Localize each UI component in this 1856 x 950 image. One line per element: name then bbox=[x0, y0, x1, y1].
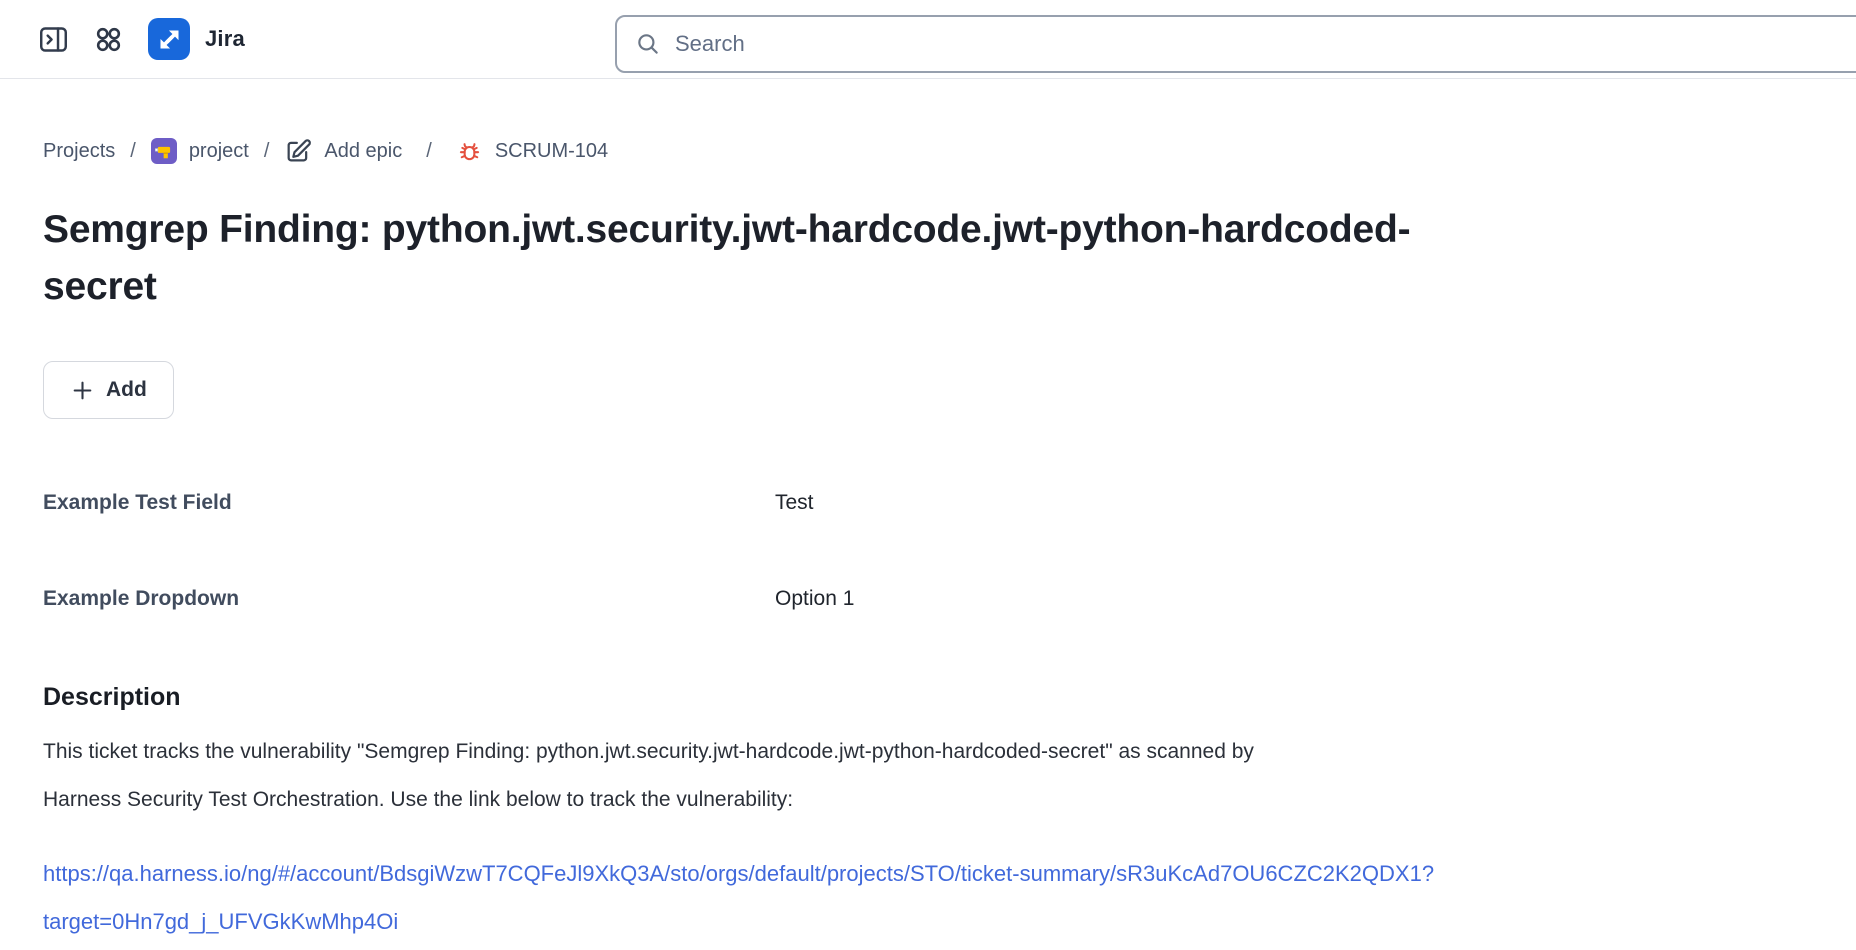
project-avatar-icon bbox=[151, 138, 177, 164]
field-label: Example Dropdown bbox=[43, 587, 775, 611]
issue-page: Projects / project / bbox=[0, 137, 1856, 946]
vulnerability-link[interactable]: https://qa.harness.io/ng/#/account/Bdsgi… bbox=[43, 850, 1603, 946]
app-name: Jira bbox=[205, 26, 245, 52]
breadcrumb-separator: / bbox=[426, 140, 432, 163]
add-button[interactable]: Add bbox=[43, 361, 174, 419]
field-label: Example Test Field bbox=[43, 491, 775, 515]
breadcrumb-project[interactable]: project bbox=[151, 138, 249, 164]
field-value[interactable]: Test bbox=[775, 491, 1826, 515]
breadcrumb-projects[interactable]: Projects bbox=[43, 140, 115, 163]
top-bar: Jira bbox=[0, 0, 1856, 79]
breadcrumb-separator: / bbox=[130, 140, 136, 163]
field-row-example-test-field: Example Test Field Test bbox=[43, 491, 1826, 515]
breadcrumb-add-epic[interactable]: Add epic bbox=[284, 137, 402, 165]
field-row-example-dropdown: Example Dropdown Option 1 bbox=[43, 587, 1826, 611]
search-input[interactable] bbox=[675, 17, 1856, 71]
breadcrumb-separator: / bbox=[264, 140, 270, 163]
issue-title: Semgrep Finding: python.jwt.security.jwt… bbox=[43, 201, 1823, 315]
bug-icon bbox=[456, 138, 483, 165]
description-heading: Description bbox=[43, 683, 1826, 712]
breadcrumb-issue-key[interactable]: SCRUM-104 bbox=[456, 138, 608, 165]
field-value[interactable]: Option 1 bbox=[775, 587, 1826, 611]
sidebar-toggle-button[interactable] bbox=[38, 24, 69, 55]
app-switcher-button[interactable] bbox=[95, 26, 122, 53]
edit-icon bbox=[284, 137, 312, 165]
expand-sidebar-icon bbox=[38, 24, 69, 55]
app-grid-icon bbox=[95, 26, 122, 53]
breadcrumb: Projects / project / bbox=[43, 137, 1826, 165]
search-box[interactable] bbox=[615, 15, 1856, 73]
jira-logo[interactable] bbox=[148, 18, 190, 60]
custom-fields: Example Test Field Test Example Dropdown… bbox=[43, 491, 1826, 611]
description-text: This ticket tracks the vulnerability "Se… bbox=[43, 728, 1603, 824]
plus-icon bbox=[70, 378, 95, 403]
description-section: Description This ticket tracks the vulne… bbox=[43, 683, 1826, 946]
search-icon bbox=[635, 31, 661, 57]
add-button-label: Add bbox=[106, 378, 147, 402]
